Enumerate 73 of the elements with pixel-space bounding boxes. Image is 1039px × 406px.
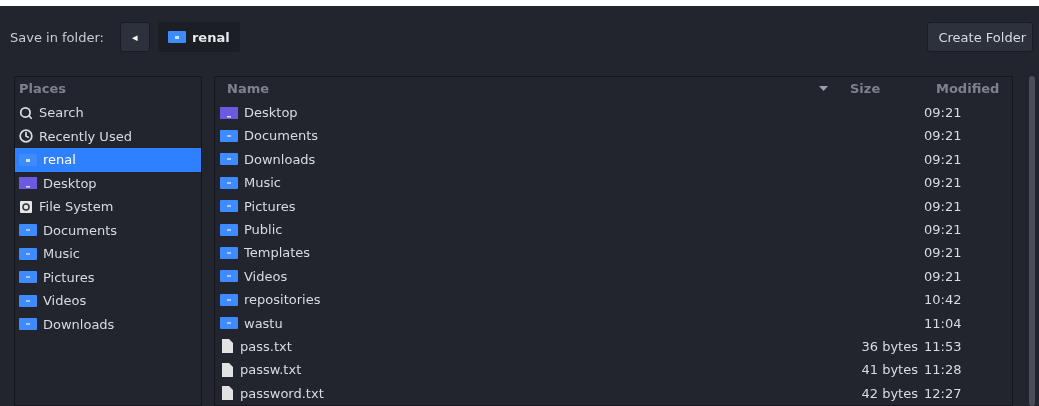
modified-time-cell-text: 09:21 (924, 268, 963, 284)
file-icon (220, 338, 234, 355)
folder-icon (19, 294, 37, 307)
place-item[interactable]: Pictures (15, 265, 201, 289)
file-name-cell[interactable]: Desktop (215, 105, 838, 121)
sort-caret-icon (819, 86, 828, 92)
folder-icon (19, 318, 37, 331)
folder-icon (220, 129, 238, 142)
save-in-folder-label: Save in folder: (10, 29, 104, 45)
file-icon (220, 361, 234, 378)
desktop-icon (19, 177, 37, 190)
modified-time-cell-text: 11:04 (924, 315, 963, 331)
modified-time-cell-text: 09:21 (924, 175, 963, 191)
modified-time-cell-text: 09:21 (924, 128, 963, 144)
file-name-cell[interactable]: Documents (215, 128, 838, 144)
modified-column-header[interactable]: Modified (924, 81, 1012, 97)
file-icon (220, 385, 234, 402)
size-column-header[interactable]: Size (838, 81, 924, 97)
file-size-cell-text: 41 bytes (860, 362, 919, 378)
file-name-cell[interactable]: Pictures (215, 198, 838, 214)
file-name-cell[interactable]: password.txt (215, 385, 838, 402)
folder-icon (220, 153, 238, 166)
folder-icon (220, 176, 238, 189)
file-name-cell[interactable]: Music (215, 175, 838, 191)
file-name-cell[interactable]: wastu (215, 315, 838, 331)
modified-time-cell-text: 11:53 (924, 339, 963, 354)
place-item[interactable]: Music (15, 242, 201, 266)
file-name-cell[interactable]: Templates (215, 245, 838, 261)
file-name-cell[interactable]: Downloads (215, 151, 838, 167)
folder-icon (220, 270, 238, 283)
folder-icon (220, 317, 238, 330)
path-button[interactable]: renal (157, 22, 240, 52)
file-size-cell-text: 42 bytes (860, 385, 919, 401)
file-name-cell[interactable]: Videos (215, 268, 838, 284)
folder-icon (19, 271, 37, 284)
folder-icon (19, 247, 37, 260)
create-folder-button[interactable]: Create Folder (927, 22, 1033, 52)
back-button[interactable]: ◂ (119, 22, 150, 52)
name-column-header[interactable]: Name (215, 81, 838, 97)
modified-time-cell-text: 10:42 (924, 292, 963, 308)
modified-time-cell-text: 09:21 (924, 151, 963, 167)
folder-icon (220, 200, 238, 213)
clock-icon (19, 129, 33, 144)
scrollbar[interactable] (1029, 76, 1035, 406)
folder-icon (220, 223, 238, 236)
place-item[interactable]: Documents (15, 218, 201, 242)
folder-icon (220, 246, 238, 259)
modified-time-cell-text: 12:27 (924, 385, 963, 401)
modified-time-cell-text: 09:21 (924, 105, 963, 121)
place-item[interactable]: Desktop (15, 171, 201, 195)
file-name-cell[interactable]: passw.txt (215, 361, 838, 378)
file-name-cell[interactable]: pass.txt (215, 338, 838, 355)
drive-icon (19, 199, 33, 214)
home-folder-icon (167, 31, 186, 43)
folder-icon (220, 293, 238, 306)
file-name-cell[interactable]: repositories (215, 292, 838, 308)
place-item[interactable]: Downloads (15, 312, 201, 336)
file-name-cell[interactable]: Public (215, 222, 838, 238)
place-item[interactable]: Recently Used (15, 124, 201, 148)
home-folder-icon (19, 153, 37, 166)
places-heading: Places (18, 80, 68, 98)
search-icon (19, 105, 33, 120)
file-size-cell-text: 36 bytes (860, 339, 919, 354)
modified-time-cell-text: 09:21 (924, 222, 963, 238)
modified-time-cell-text: 09:21 (924, 245, 963, 261)
place-item[interactable]: Videos (15, 289, 201, 313)
place-item[interactable]: Search (15, 101, 201, 125)
place-item[interactable]: renal (15, 148, 201, 172)
modified-time-cell-text: 09:21 (924, 198, 963, 214)
modified-time-cell-text: 11:28 (924, 362, 963, 378)
folder-icon (19, 224, 37, 237)
place-item[interactable]: File System (15, 195, 201, 219)
desktop-icon (220, 106, 238, 119)
